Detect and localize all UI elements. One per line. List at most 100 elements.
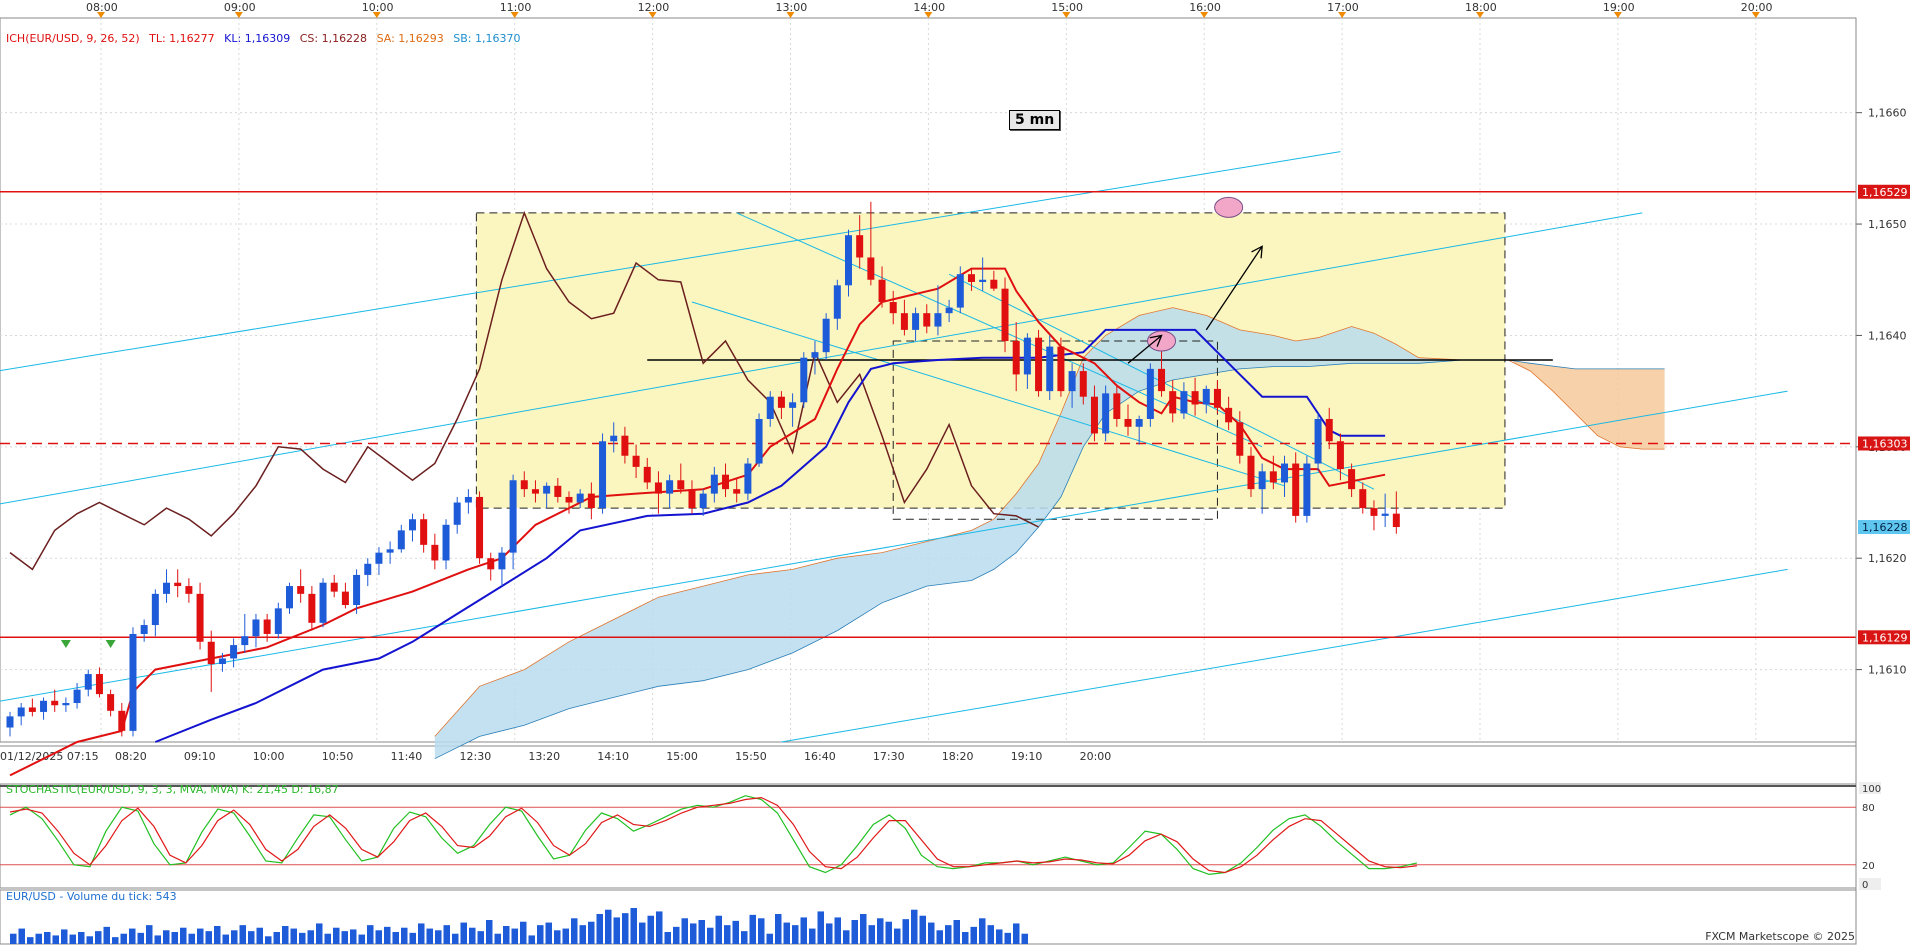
volume-bar xyxy=(401,927,408,944)
candle-body xyxy=(442,524,450,561)
candle-body xyxy=(1068,371,1076,392)
price-tick-label: 1,1610 xyxy=(1868,664,1907,677)
candle-body xyxy=(744,463,752,494)
candle-body xyxy=(1359,489,1367,509)
volume-bar xyxy=(766,933,773,944)
volume-bar xyxy=(341,931,348,944)
volume-bar xyxy=(460,922,467,944)
volume-bar xyxy=(851,920,858,944)
bottom-time-label: 14:10 xyxy=(597,750,629,763)
volume-bar xyxy=(664,932,671,944)
volume-bar xyxy=(996,929,1003,944)
volume-bar xyxy=(860,914,867,944)
bottom-time-label: 10:50 xyxy=(322,750,354,763)
price-marker-label: 1,16228 xyxy=(1862,521,1908,534)
candle-body xyxy=(945,307,953,314)
volume-bar xyxy=(392,932,399,944)
volume-bar xyxy=(979,918,986,944)
candle-body xyxy=(397,530,405,550)
volume-bar xyxy=(537,925,544,944)
bottom-time-label: 08:20 xyxy=(115,750,147,763)
volume-bar xyxy=(630,908,637,944)
candle-body xyxy=(1325,418,1333,442)
bottom-time-label: 15:50 xyxy=(735,750,767,763)
candle-body xyxy=(990,279,998,289)
candle-body xyxy=(129,633,137,731)
candle-body xyxy=(6,716,14,728)
candle-body xyxy=(509,480,517,553)
candle-body xyxy=(576,493,584,503)
volume-bar xyxy=(936,930,943,944)
volume-bar xyxy=(1013,923,1020,944)
volume-bar xyxy=(197,928,204,944)
stochastic-tick-label: 20 xyxy=(1862,861,1875,872)
volume-bar xyxy=(613,917,620,944)
candle-body xyxy=(1102,393,1110,434)
candle-body xyxy=(140,625,148,634)
volume-bar xyxy=(902,919,909,944)
volume-bar xyxy=(477,931,484,944)
candle-body xyxy=(174,582,182,587)
volume-bar xyxy=(188,933,195,944)
top-time-label: 17:00 xyxy=(1327,1,1359,14)
volume-bar xyxy=(307,930,314,944)
stochastic-tick-label: 80 xyxy=(1862,803,1875,814)
volume-bar xyxy=(69,934,76,944)
candle-body xyxy=(856,235,864,258)
candle-body xyxy=(1292,463,1300,516)
bottom-time-label: 12:30 xyxy=(460,750,492,763)
volume-bar xyxy=(783,922,790,944)
volume-bar xyxy=(843,930,850,944)
candle-body xyxy=(1336,441,1344,470)
volume-bar xyxy=(673,926,680,944)
volume-bar xyxy=(962,932,969,944)
candle-body xyxy=(118,710,126,731)
bottom-time-label: 19:10 xyxy=(1011,750,1043,763)
volume-bar xyxy=(154,935,161,944)
volume-bar xyxy=(656,911,663,944)
volume-legend: EUR/USD - Volume du tick: 543 xyxy=(6,890,177,903)
volume-bar xyxy=(61,929,68,944)
volume-bar xyxy=(486,920,493,944)
candle-body xyxy=(1281,463,1289,483)
volume-bar xyxy=(435,930,442,944)
candle-body xyxy=(833,285,841,319)
chart-canvas[interactable]: 1,16101,16201,16301,16401,16501,166008:0… xyxy=(0,0,1930,946)
volume-bar xyxy=(579,925,586,944)
candle-body xyxy=(297,586,305,594)
bottom-time-label: 15:00 xyxy=(666,750,698,763)
stochastic-legend: STOCHASTIC(EUR/USD, 9, 3, 3, MVA, MVA) K… xyxy=(6,783,339,796)
candle-body xyxy=(777,396,785,408)
candle-body xyxy=(163,582,171,594)
bottom-time-label: 16:40 xyxy=(804,750,836,763)
ichimoku-legend-sa: SA: 1,16293 xyxy=(376,32,444,45)
bottom-time-label: 18:20 xyxy=(942,750,974,763)
candle-body xyxy=(979,279,987,282)
volume-bar xyxy=(35,933,42,944)
candle-body xyxy=(464,496,472,503)
candle-body xyxy=(353,574,361,605)
volume-bar xyxy=(894,928,901,944)
volume-bar xyxy=(877,918,884,944)
candle-body xyxy=(1303,463,1311,516)
volume-bar xyxy=(290,928,297,944)
volume-bar xyxy=(758,918,765,944)
price-tick-label: 1,1640 xyxy=(1868,329,1907,342)
candle-body xyxy=(1023,337,1031,375)
volume-bar xyxy=(239,925,246,944)
candle-body xyxy=(531,489,539,494)
top-time-label: 11:00 xyxy=(500,1,532,14)
candle-body xyxy=(710,474,718,494)
stochastic-panel xyxy=(0,783,1857,889)
candle-body xyxy=(900,313,908,330)
credit-label: FXCM Marketscope © 2025 xyxy=(1705,930,1855,943)
candle-body xyxy=(1079,371,1087,397)
volume-bar xyxy=(605,909,612,944)
volume-bar xyxy=(554,930,561,944)
candle-body xyxy=(386,549,394,553)
candle-body xyxy=(84,674,92,690)
bottom-time-label: 17:30 xyxy=(873,750,905,763)
volume-bar xyxy=(409,932,416,944)
candle-body xyxy=(408,519,416,531)
candle-body xyxy=(934,313,942,327)
